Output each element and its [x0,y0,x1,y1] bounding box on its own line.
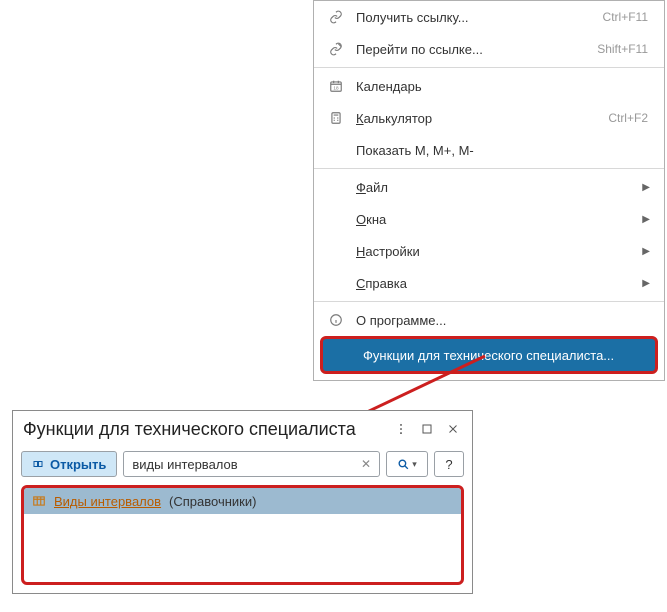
menu-label: Календарь [346,79,652,94]
submenu-arrow-icon: ▶ [642,246,652,257]
detach-button[interactable] [416,418,438,440]
context-menu: Получить ссылку... Ctrl+F11 Перейти по с… [313,0,665,381]
menu-label: О программе... [346,313,652,328]
menu-label: Настройки [346,244,642,259]
menu-label: Файл [346,180,642,195]
tech-functions-dialog: Функции для технического специалиста Отк… [12,410,473,594]
dialog-title: Функции для технического специалиста [23,419,386,440]
result-category: (Справочники) [169,494,256,509]
result-name: Виды интервалов [54,494,161,509]
goto-link-icon [326,42,346,56]
help-button[interactable]: ? [434,451,464,477]
result-row[interactable]: Виды интервалов (Справочники) [24,488,461,514]
search-field-wrap: ✕ [123,451,380,477]
menu-help[interactable]: Справка ▶ [314,267,664,299]
dropdown-caret-icon: ▾ [412,459,417,470]
menu-shortcut: Ctrl+F2 [608,111,652,125]
menu-tech-functions[interactable]: Функции для технического специалиста... [320,336,658,374]
menu-show-m[interactable]: Показать М, М+, М- [314,134,664,166]
open-button[interactable]: Открыть [21,451,117,477]
menu-get-link[interactable]: Получить ссылку... Ctrl+F11 [314,1,664,33]
submenu-arrow-icon: ▶ [642,214,652,225]
dialog-toolbar: Открыть ✕ ▾ ? [13,447,472,485]
calculator-icon [326,111,346,125]
help-label: ? [445,457,452,472]
clear-search-button[interactable]: ✕ [356,451,376,477]
search-button[interactable]: ▾ [386,451,428,477]
menu-label: Получить ссылку... [346,10,603,25]
close-button[interactable] [442,418,464,440]
menu-label: Калькулятор [346,111,608,126]
search-input[interactable] [123,451,380,477]
dialog-titlebar: Функции для технического специалиста [13,411,472,447]
menu-settings[interactable]: Настройки ▶ [314,235,664,267]
info-icon [326,313,346,327]
menu-label: Показать М, М+, М- [346,143,652,158]
menu-label: Перейти по ссылке... [346,42,597,57]
submenu-arrow-icon: ▶ [642,278,652,289]
menu-label: Окна [346,212,642,227]
menu-about[interactable]: О программе... [314,304,664,336]
more-button[interactable] [390,418,412,440]
menu-windows[interactable]: Окна ▶ [314,203,664,235]
submenu-arrow-icon: ▶ [642,182,652,193]
svg-text:18: 18 [333,86,339,91]
menu-file[interactable]: Файл ▶ [314,171,664,203]
results-list: Виды интервалов (Справочники) [21,485,464,585]
menu-calculator[interactable]: Калькулятор Ctrl+F2 [314,102,664,134]
catalog-icon [32,494,46,508]
menu-separator [314,301,664,302]
menu-label: Справка [346,276,642,291]
open-button-label: Открыть [50,457,106,472]
menu-shortcut: Ctrl+F11 [603,10,652,24]
link-icon [326,10,346,24]
menu-separator [314,67,664,68]
menu-label: Функции для технического специалиста... [335,348,643,363]
calendar-icon: 18 [326,79,346,93]
menu-calendar[interactable]: 18 Календарь [314,70,664,102]
menu-shortcut: Shift+F11 [597,42,652,56]
menu-separator [314,168,664,169]
menu-go-link[interactable]: Перейти по ссылке... Shift+F11 [314,33,664,65]
